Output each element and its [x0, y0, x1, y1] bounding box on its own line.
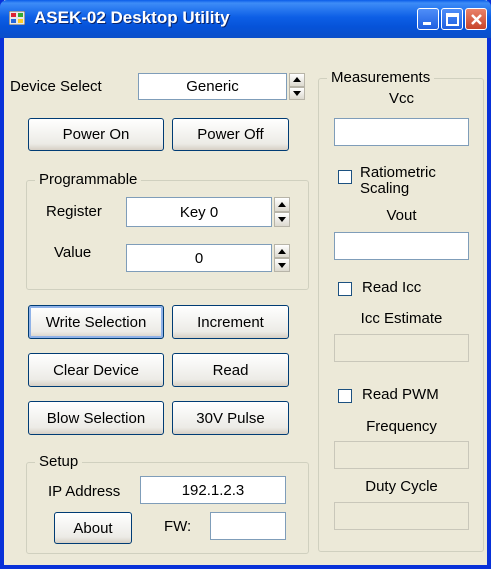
minimize-icon: [423, 22, 431, 25]
spin-down-icon[interactable]: [274, 258, 290, 272]
vout-field[interactable]: [334, 232, 469, 260]
clear-device-button[interactable]: Clear Device: [28, 353, 164, 387]
read-button[interactable]: Read: [172, 353, 289, 387]
about-button[interactable]: About: [54, 512, 132, 544]
duty-cycle-field: [334, 502, 469, 530]
programmable-title: Programmable: [35, 171, 142, 188]
title-bar[interactable]: ASEK-02 Desktop Utility: [0, 0, 491, 38]
spin-down-icon[interactable]: [274, 212, 290, 227]
ip-address-label: IP Address: [48, 483, 121, 500]
power-off-button[interactable]: Power Off: [172, 118, 289, 151]
ratiometric-checkbox[interactable]: [338, 170, 352, 184]
frequency-label: Frequency: [366, 418, 437, 435]
icc-estimate-label: Icc Estimate: [360, 310, 443, 327]
measurements-title: Measurements: [327, 69, 435, 86]
read-pwm-label: Read PWM: [362, 386, 439, 403]
frequency-field: [334, 441, 469, 469]
read-pwm-checkbox[interactable]: [338, 389, 352, 403]
device-select-field[interactable]: Generic: [138, 73, 287, 100]
minimize-button[interactable]: [417, 8, 439, 30]
duty-cycle-label: Duty Cycle: [365, 478, 438, 495]
write-selection-button[interactable]: Write Selection: [28, 305, 164, 339]
spin-up-icon[interactable]: [289, 73, 305, 87]
read-icc-checkbox[interactable]: [338, 282, 352, 296]
device-select-spinner[interactable]: [289, 73, 305, 100]
read-icc-label: Read Icc: [362, 279, 422, 296]
app-icon: [9, 11, 25, 25]
vcc-label: Vcc: [388, 90, 414, 107]
register-label: Register: [46, 203, 102, 220]
power-on-button[interactable]: Power On: [28, 118, 164, 151]
increment-button[interactable]: Increment: [172, 305, 289, 339]
value-spinner[interactable]: [274, 244, 290, 272]
ratiometric-label-line1: Ratiometric: [360, 164, 436, 181]
device-select-label: Device Select: [10, 78, 102, 95]
close-icon: [471, 14, 482, 25]
fw-label: FW:: [164, 518, 192, 535]
vcc-field[interactable]: [334, 118, 469, 146]
register-field[interactable]: Key 0: [126, 197, 272, 227]
value-label: Value: [54, 244, 92, 261]
register-spinner[interactable]: [274, 197, 290, 227]
30v-pulse-button[interactable]: 30V Pulse: [172, 401, 289, 435]
fw-field[interactable]: [210, 512, 286, 540]
value-field[interactable]: 0: [126, 244, 272, 272]
spin-up-icon[interactable]: [274, 244, 290, 258]
app-window: ASEK-02 Desktop Utility Device Select Ge…: [0, 0, 491, 569]
ratiometric-label-line2: Scaling: [360, 180, 410, 197]
vout-label: Vout: [386, 207, 417, 224]
close-button[interactable]: [465, 8, 487, 30]
ip-address-field[interactable]: 192.1.2.3: [140, 476, 286, 504]
maximize-icon: [446, 13, 459, 26]
setup-title: Setup: [35, 453, 83, 470]
window-title: ASEK-02 Desktop Utility: [34, 8, 230, 27]
spin-down-icon[interactable]: [289, 86, 305, 100]
spin-up-icon[interactable]: [274, 197, 290, 212]
icc-estimate-field: [334, 334, 469, 362]
maximize-button[interactable]: [441, 8, 463, 30]
blow-selection-button[interactable]: Blow Selection: [28, 401, 164, 435]
